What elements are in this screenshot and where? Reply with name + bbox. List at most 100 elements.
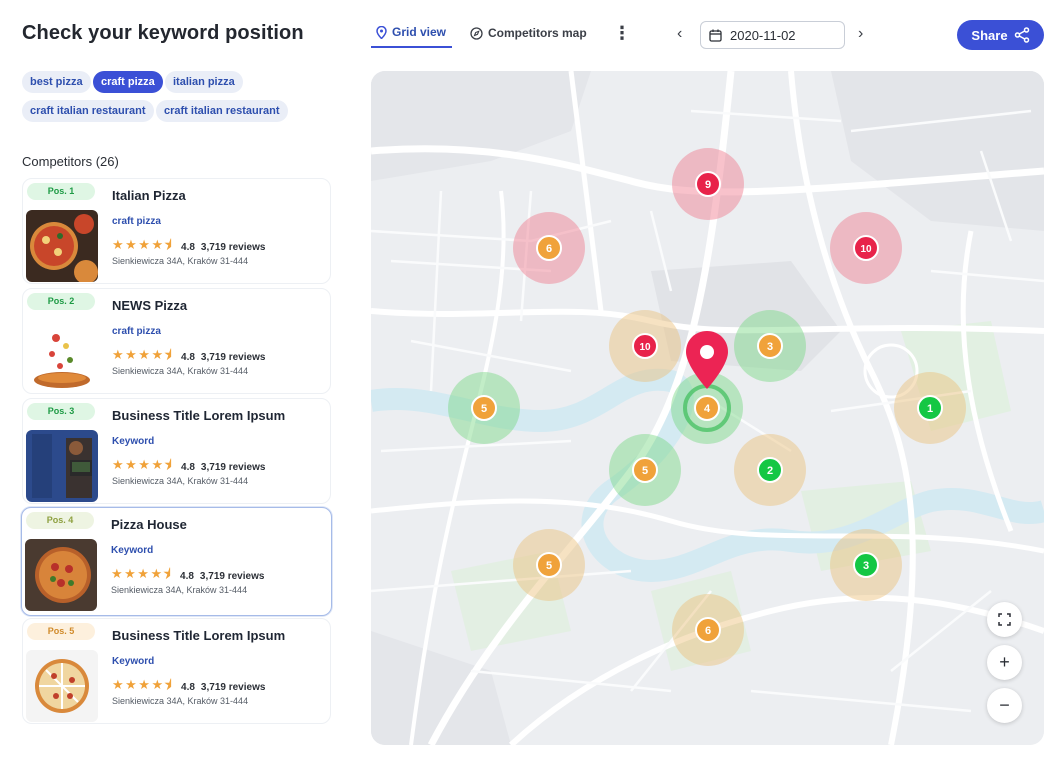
business-keyword: Keyword: [112, 656, 155, 667]
position-badge: Pos. 4: [26, 512, 94, 529]
position-badge: Pos. 5: [27, 623, 95, 640]
zoom-in-button[interactable]: +: [987, 645, 1022, 680]
business-name: Business Title Lorem Ipsum: [112, 628, 286, 643]
rating-stars-icon: ★★★★⯨: [112, 237, 174, 252]
position-badge: Pos. 2: [27, 293, 95, 310]
keyword-chip-italian-pizza[interactable]: italian pizza: [165, 71, 243, 93]
business-name: Pizza House: [111, 517, 187, 532]
rating-value: 4.8: [181, 681, 195, 693]
rank-marker[interactable]: 6: [513, 212, 585, 284]
rating-stars-icon: ★★★★⯨: [112, 677, 174, 692]
business-photo: [25, 539, 97, 611]
date-picker[interactable]: 2020-11-02: [700, 21, 845, 49]
rank-value: 1: [927, 403, 933, 415]
rating-value: 4.8: [180, 570, 194, 582]
rank-marker[interactable]: 5: [513, 529, 585, 601]
tab-grid-view[interactable]: Grid view: [371, 18, 452, 48]
tab-competitors-map-label: Competitors map: [488, 26, 587, 40]
rating-value: 4.8: [181, 351, 195, 363]
rating-stars-icon: ★★★★⯨: [112, 457, 174, 472]
rank-value: 6: [705, 625, 711, 637]
rank-marker[interactable]: 5: [448, 372, 520, 444]
business-photo: [26, 320, 98, 392]
rank-marker[interactable]: 3: [734, 310, 806, 382]
rank-marker[interactable]: 10: [609, 310, 681, 382]
rank-marker[interactable]: 3: [830, 529, 902, 601]
fullscreen-icon: [998, 613, 1011, 626]
competitors-title: Competitors (26): [22, 154, 119, 169]
rating-row: ★★★★⯨ 4.8 3,719 reviews: [112, 676, 265, 698]
business-address: Sienkiewicza 34A, Kraków 31-444: [112, 476, 249, 486]
rank-value: 6: [546, 243, 552, 255]
rating-row: ★★★★⯨ 4.8 3,719 reviews: [112, 456, 265, 478]
more-options-icon[interactable]: ⋮: [613, 24, 631, 42]
business-name: Italian Pizza: [112, 188, 186, 203]
rating-row: ★★★★⯨ 4.8 3,719 reviews: [112, 346, 265, 368]
rank-marker[interactable]: 9: [672, 148, 744, 220]
business-address: Sienkiewicza 34A, Kraków 31-444: [111, 585, 248, 595]
keyword-chip-craft-italian-restaurant-2[interactable]: craft italian restaurant: [156, 100, 288, 122]
business-keyword: craft pizza: [112, 326, 161, 337]
rank-marker[interactable]: 2: [734, 434, 806, 506]
rank-value: 3: [863, 560, 869, 572]
competitor-card-selected[interactable]: Pos. 4 Pizza House Keyword ★★★★⯨ 4.8 3,7…: [21, 507, 332, 616]
keyword-chip-craft-italian-restaurant[interactable]: craft italian restaurant: [22, 100, 154, 122]
rating-value: 4.8: [181, 461, 195, 473]
rank-value: 10: [860, 244, 872, 255]
rank-value: 2: [767, 465, 773, 477]
rank-marker[interactable]: 10: [830, 212, 902, 284]
competitor-card[interactable]: Pos. 2 NEWS Pizza craft pizza ★★★★⯨ 4.8 …: [22, 288, 331, 394]
map-pin-icon: [376, 25, 387, 39]
tab-grid-view-label: Grid view: [392, 25, 447, 39]
rating-stars-icon: ★★★★⯨: [111, 566, 173, 581]
rank-marker[interactable]: 5: [609, 434, 681, 506]
reviews-count: 3,719 reviews: [199, 570, 265, 582]
map[interactable]: 9 6 10 10 3 5 4 1 5 2 5 3 6: [371, 71, 1044, 745]
zoom-out-button[interactable]: −: [987, 688, 1022, 723]
share-icon: [1014, 27, 1029, 43]
business-keyword: craft pizza: [112, 216, 161, 227]
next-date-icon[interactable]: ›: [858, 26, 863, 42]
rank-marker[interactable]: 6: [672, 594, 744, 666]
rank-value: 4: [704, 403, 711, 415]
reviews-count: 3,719 reviews: [200, 681, 266, 693]
business-address: Sienkiewicza 34A, Kraków 31-444: [112, 696, 249, 706]
previous-date-icon[interactable]: ‹: [677, 26, 682, 42]
rating-row: ★★★★⯨ 4.8 3,719 reviews: [111, 565, 264, 587]
business-name: NEWS Pizza: [112, 298, 188, 313]
reviews-count: 3,719 reviews: [200, 241, 266, 253]
reviews-count: 3,719 reviews: [200, 461, 266, 473]
rank-value: 3: [767, 341, 773, 353]
compass-icon: [470, 26, 483, 40]
rank-value: 5: [546, 560, 552, 572]
fullscreen-button[interactable]: [987, 602, 1022, 637]
rank-value: 9: [705, 179, 711, 191]
rating-value: 4.8: [181, 241, 195, 253]
position-badge: Pos. 3: [27, 403, 95, 420]
business-photo: [26, 210, 98, 282]
keyword-chip-craft-pizza[interactable]: craft pizza: [93, 71, 163, 93]
business-photo: [26, 650, 98, 722]
rank-value: 10: [639, 342, 651, 353]
tab-competitors-map[interactable]: Competitors map: [470, 18, 587, 48]
share-label: Share: [971, 27, 1008, 43]
rank-value: 5: [481, 403, 487, 415]
business-address: Sienkiewicza 34A, Kraków 31-444: [112, 366, 249, 376]
minus-icon: −: [999, 695, 1010, 715]
business-name: Business Title Lorem Ipsum: [112, 408, 286, 423]
rank-value: 5: [642, 465, 648, 477]
page-title: Check your keyword position: [22, 22, 304, 44]
business-address: Sienkiewicza 34A, Kraków 31-444: [112, 256, 249, 266]
rating-stars-icon: ★★★★⯨: [112, 347, 174, 362]
share-button[interactable]: Share: [957, 20, 1044, 50]
calendar-icon: [709, 29, 722, 42]
keyword-chip-best-pizza[interactable]: best pizza: [22, 71, 91, 93]
competitor-card[interactable]: Pos. 1 Italian Pizza craft pizza ★★★★⯨ 4…: [22, 178, 331, 284]
rank-grid-layer: 9 6 10 10 3 5 4 1 5 2 5 3 6: [448, 148, 966, 666]
position-badge: Pos. 1: [27, 183, 95, 200]
rating-row: ★★★★⯨ 4.8 3,719 reviews: [112, 236, 265, 258]
competitor-card[interactable]: Pos. 5 Business Title Lorem Ipsum Keywor…: [22, 618, 331, 724]
competitor-card[interactable]: Pos. 3 Business Title Lorem Ipsum Keywor…: [22, 398, 331, 504]
reviews-count: 3,719 reviews: [200, 351, 266, 363]
rank-marker[interactable]: 1: [894, 372, 966, 444]
